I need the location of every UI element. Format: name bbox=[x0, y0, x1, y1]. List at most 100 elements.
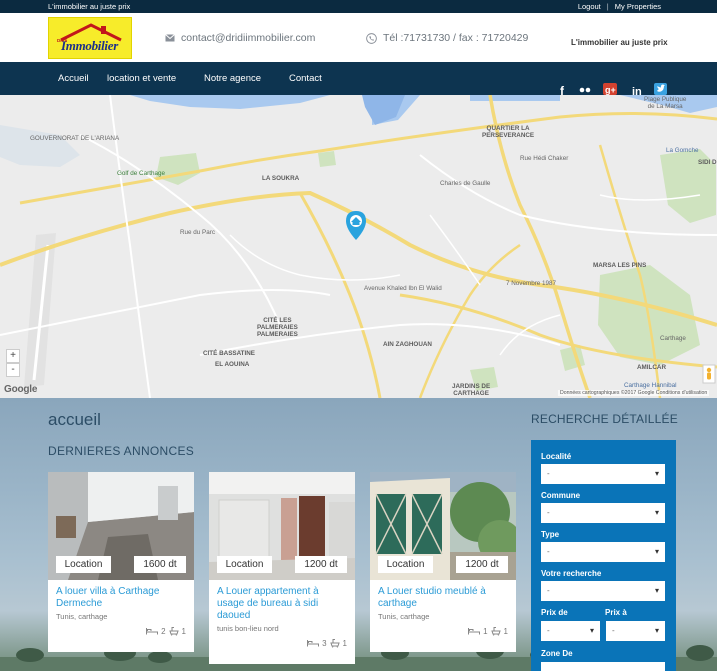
map-label-plage: Plage Publique de La Marsa bbox=[644, 96, 687, 110]
content-section: accueil DERNIERES ANNONCES RECHERCHE DÉT… bbox=[0, 398, 717, 671]
location-map[interactable]: QUARTIER LA PERSEVERANCE Plage Publique de… bbox=[0, 95, 717, 398]
chevron-down-icon: ▾ bbox=[654, 626, 659, 635]
zone-select[interactable] bbox=[541, 662, 665, 671]
listing-type-badge: Location bbox=[378, 556, 433, 573]
listing-title[interactable]: A Louer appartement à usage de bureau à … bbox=[209, 580, 355, 622]
map-label-sidi: SIDI D bbox=[698, 159, 717, 166]
zoom-in-button[interactable]: + bbox=[6, 349, 20, 363]
map-pin-icon[interactable] bbox=[346, 211, 366, 240]
prix-a-select[interactable]: - ▾ bbox=[606, 621, 665, 641]
social-icons: f g+ in bbox=[560, 83, 667, 95]
listing-meta: 3 1 bbox=[307, 638, 347, 648]
google-logo: Google bbox=[4, 384, 38, 395]
site-header: Dridi Immobilier contact@dridiimmobilier… bbox=[0, 13, 717, 62]
logo-word: Immobilier bbox=[61, 38, 118, 53]
map-label-cite-palmeraies: CITÉ LES PALMERAIES PALMERAIES bbox=[257, 317, 298, 338]
prix-de-label: Prix de bbox=[541, 608, 568, 617]
phone-icon bbox=[366, 32, 377, 44]
listing-price-badge: 1200 dt bbox=[456, 556, 508, 573]
map-copyright[interactable]: Données cartographiques ©2017 Google Con… bbox=[558, 390, 710, 396]
page-title: accueil bbox=[48, 410, 101, 429]
listing-baths: 1 bbox=[503, 626, 508, 636]
map-label-marsa: MARSA LES PINS bbox=[593, 262, 647, 269]
phone-contact: Tél :71731730 / fax : 71720429 bbox=[366, 32, 528, 44]
localite-label: Localité bbox=[541, 452, 572, 461]
listing-rooms: 3 bbox=[322, 638, 327, 648]
search-panel: Localité - ▾ Commune - ▾ Type - ▾ Votre … bbox=[531, 440, 676, 671]
map-label-avenue: Avenue Khaled Ibn El Walid bbox=[364, 285, 442, 292]
map-label-amilcar: AMILCAR bbox=[637, 364, 667, 371]
listing-title[interactable]: A Louer studio meublé à carthage bbox=[370, 580, 516, 610]
listing-baths: 1 bbox=[342, 638, 347, 648]
prix-de-select[interactable]: - ▾ bbox=[541, 621, 600, 641]
facebook-icon[interactable]: f bbox=[560, 84, 565, 95]
map-label-ain-zaghouan: AIN ZAGHOUAN bbox=[383, 341, 432, 348]
chevron-down-icon: ▾ bbox=[654, 547, 659, 556]
map-label-ariana: GOUVERNORAT DE L'ARIANA bbox=[30, 135, 120, 142]
map-label-jardins: JARDINS DE CARTHAGE bbox=[452, 383, 491, 397]
listing-rooms: 2 bbox=[161, 626, 166, 636]
type-value: - bbox=[547, 547, 550, 556]
twitter-icon[interactable] bbox=[654, 83, 667, 95]
listing-card[interactable]: Location 1600 dt A louer villa à Carthag… bbox=[48, 472, 194, 652]
listing-title[interactable]: A louer villa à Carthage Dermeche bbox=[48, 580, 194, 610]
map-label-aouina: EL AOUINA bbox=[215, 361, 250, 368]
chevron-down-icon: ▾ bbox=[654, 508, 659, 517]
envelope-icon bbox=[165, 34, 175, 42]
listing-meta: 1 1 bbox=[468, 626, 508, 636]
listing-location: Tunis, carthage bbox=[378, 612, 430, 621]
listing-price-badge: 1600 dt bbox=[134, 556, 186, 573]
bed-icon bbox=[146, 628, 159, 635]
map-label-quartier: QUARTIER LA PERSEVERANCE bbox=[482, 125, 535, 139]
bed-icon bbox=[307, 640, 320, 647]
linkedin-icon[interactable]: in bbox=[632, 86, 642, 95]
commune-label: Commune bbox=[541, 491, 581, 500]
top-bar: L'immobilier au juste prix Logout | My P… bbox=[0, 0, 717, 13]
logout-link[interactable]: Logout bbox=[578, 2, 601, 11]
header-slogan: L'immobilier au juste prix bbox=[571, 38, 668, 47]
svg-text:f: f bbox=[560, 84, 565, 95]
svg-text:in: in bbox=[632, 86, 642, 95]
map-label-7-novembre: 7 Novembre 1987 bbox=[506, 280, 557, 287]
top-separator: | bbox=[606, 2, 609, 11]
street-view-pegman-icon[interactable] bbox=[702, 364, 716, 384]
listing-price-badge: 1200 dt bbox=[295, 556, 347, 573]
prix-a-label: Prix à bbox=[605, 608, 627, 617]
google-plus-icon[interactable]: g+ bbox=[603, 83, 617, 95]
listing-card[interactable]: Location 1200 dt A Louer appartement à u… bbox=[209, 472, 355, 664]
recherche-label: Votre recherche bbox=[541, 569, 602, 578]
prix-a-value: - bbox=[612, 626, 615, 635]
section-title: DERNIERES ANNONCES bbox=[48, 444, 195, 458]
map-label-carthage: Carthage bbox=[660, 335, 686, 342]
email-contact[interactable]: contact@dridiimmobilier.com bbox=[165, 32, 315, 44]
top-links: Logout | My Properties bbox=[578, 2, 661, 11]
localite-select[interactable]: - ▾ bbox=[541, 464, 665, 484]
listing-meta: 2 1 bbox=[146, 626, 186, 636]
listing-card[interactable]: Location 1200 dt A Louer studio meublé à… bbox=[370, 472, 516, 652]
listing-location: tunis bon-lieu nord bbox=[217, 624, 279, 633]
chevron-down-icon: ▾ bbox=[654, 469, 659, 478]
email-text: contact@dridiimmobilier.com bbox=[181, 32, 316, 44]
top-tagline: L'immobilier au juste prix bbox=[48, 2, 131, 11]
prix-de-value: - bbox=[547, 626, 550, 635]
map-label-charles: Charles de Gaulle bbox=[440, 180, 491, 187]
commune-select[interactable]: - ▾ bbox=[541, 503, 665, 523]
type-select[interactable]: - ▾ bbox=[541, 542, 665, 562]
map-label-gomche: La Gomche bbox=[666, 147, 699, 154]
search-title: RECHERCHE DÉTAILLÉE bbox=[531, 412, 678, 426]
map-label-hannibal: Carthage Hannibal bbox=[624, 382, 677, 389]
recherche-select[interactable]: - ▾ bbox=[541, 581, 665, 601]
map-label-golf: Golf de Carthage bbox=[117, 170, 165, 177]
zoom-out-button[interactable]: - bbox=[6, 363, 20, 377]
listing-rooms: 1 bbox=[483, 626, 488, 636]
flickr-icon[interactable] bbox=[579, 87, 591, 93]
type-label: Type bbox=[541, 530, 560, 539]
bath-icon bbox=[490, 627, 501, 636]
listing-type-badge: Location bbox=[56, 556, 111, 573]
my-properties-link[interactable]: My Properties bbox=[615, 2, 661, 11]
listing-baths: 1 bbox=[181, 626, 186, 636]
listing-location: Tunis, carthage bbox=[56, 612, 108, 621]
map-label-rue-du-parc: Rue du Parc bbox=[180, 229, 216, 236]
map-label-soukra: LA SOUKRA bbox=[262, 175, 300, 182]
site-logo[interactable]: Dridi Immobilier bbox=[48, 17, 132, 59]
